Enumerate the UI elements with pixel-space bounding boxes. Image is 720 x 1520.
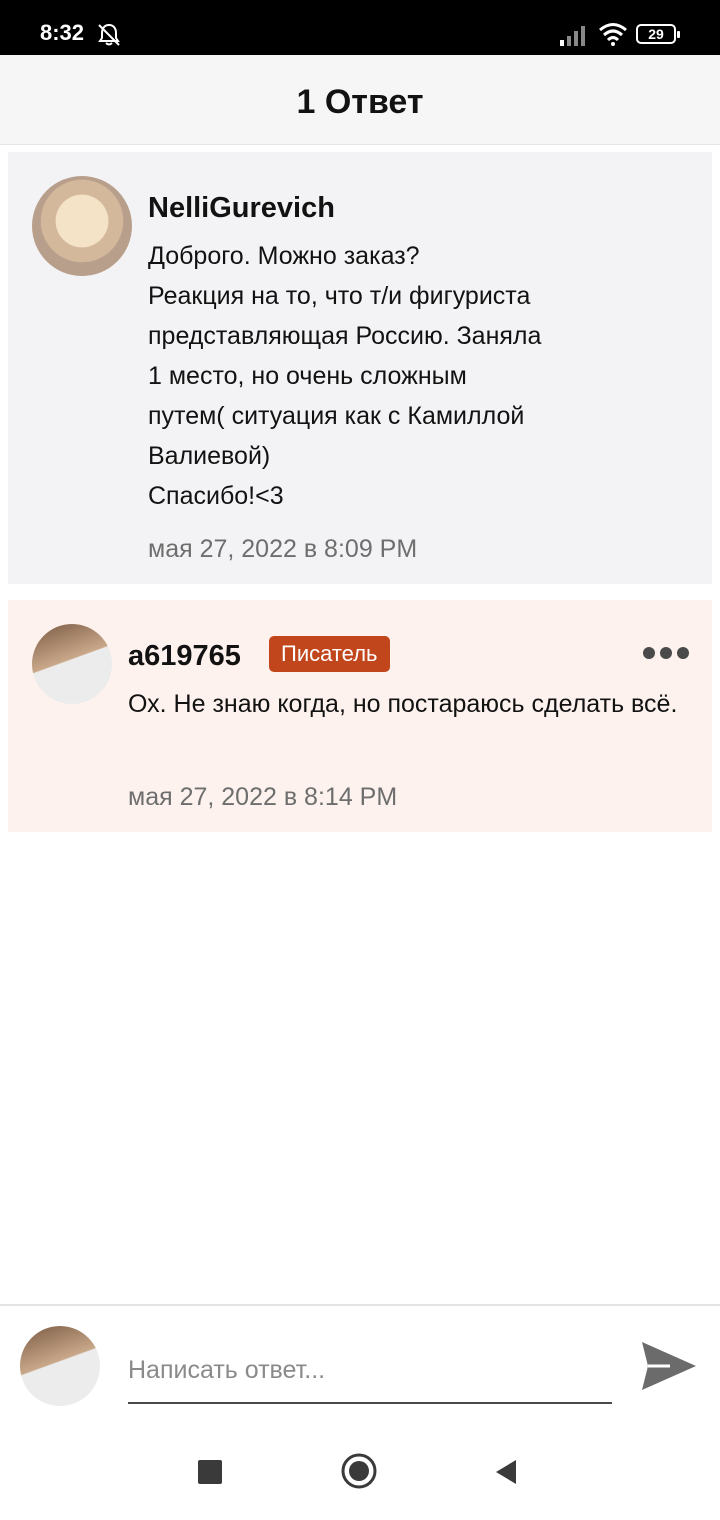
status-time: 8:32: [40, 20, 85, 45]
reply-bar: [0, 1304, 720, 1424]
nav-bar: [0, 1424, 720, 1520]
comment-username[interactable]: NelliGurevich: [148, 192, 335, 225]
battery-level: 29: [648, 26, 664, 42]
wifi-icon: [599, 23, 627, 46]
avatar: [20, 1326, 100, 1406]
header: 1 Ответ: [0, 55, 720, 145]
send-icon[interactable]: [640, 1340, 698, 1392]
bell-off-icon: [98, 23, 120, 46]
page-title: 1 Ответ: [296, 83, 424, 121]
recents-icon[interactable]: [198, 1460, 222, 1484]
comment-item: a619765 Писатель Ох. Не знаю когда, но п…: [8, 600, 712, 832]
back-icon[interactable]: [494, 1458, 518, 1486]
comment-username[interactable]: a619765: [128, 640, 241, 673]
comment-timestamp: мая 27, 2022 в 8:14 PM: [128, 783, 398, 811]
writer-badge: Писатель: [269, 636, 390, 672]
status-bar: 8:32 29: [0, 0, 720, 55]
comment-text: Ох. Не знаю когда, но постараюсь сделать…: [128, 690, 678, 718]
signal-icon: [560, 26, 585, 46]
comment-item: NelliGurevich Доброго. Можно заказ? Реак…: [8, 152, 712, 584]
comment-timestamp: мая 27, 2022 в 8:09 PM: [148, 535, 418, 563]
avatar[interactable]: [32, 624, 112, 704]
more-horizontal-icon[interactable]: [642, 646, 690, 660]
avatar[interactable]: [32, 176, 132, 276]
home-icon[interactable]: [340, 1452, 378, 1490]
reply-input[interactable]: [128, 1338, 612, 1404]
comment-text: Доброго. Можно заказ? Реакция на то, что…: [148, 242, 542, 510]
battery-icon: 29: [636, 24, 680, 44]
